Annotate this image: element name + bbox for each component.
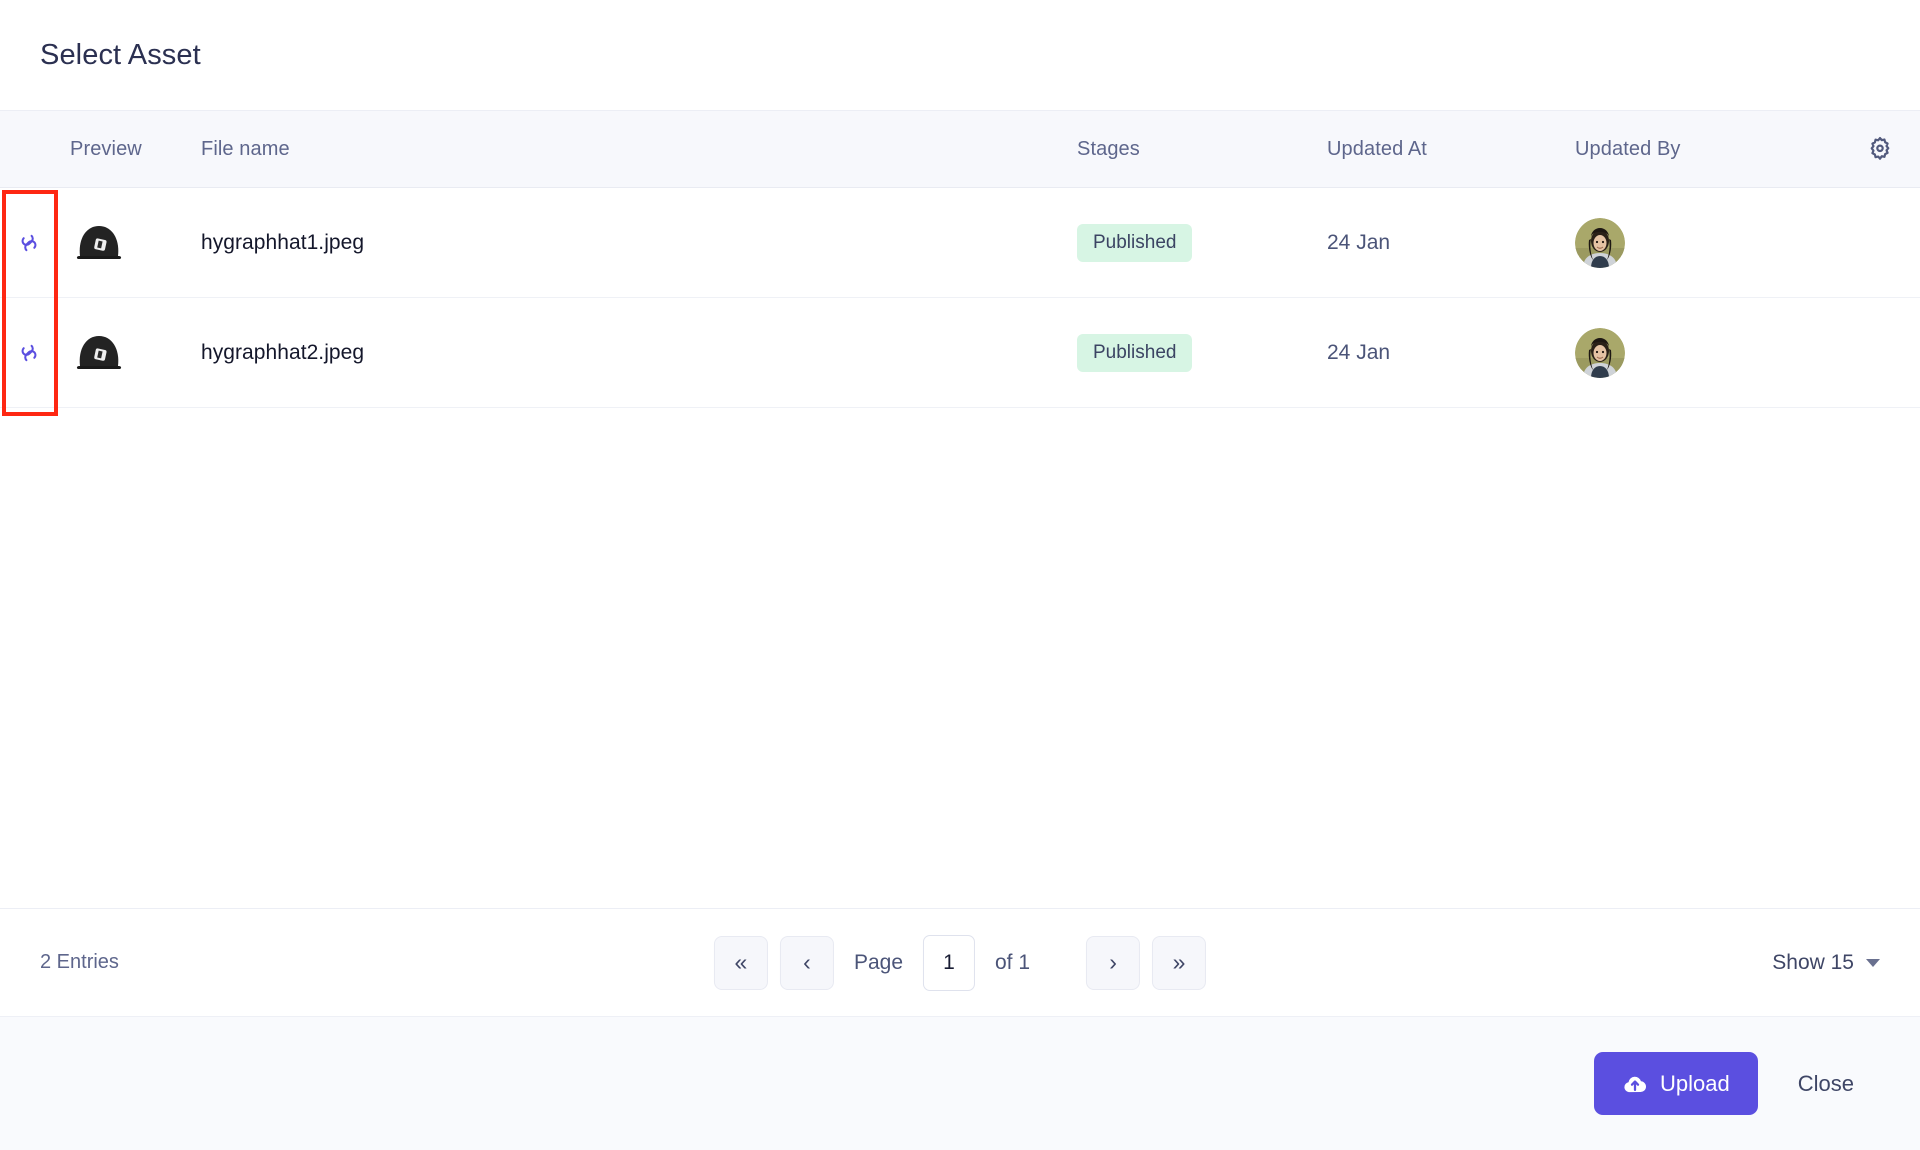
status-badge: Published (1077, 223, 1193, 262)
updated-at-value: 24 Jan (1327, 340, 1391, 364)
upload-button-label: Upload (1660, 1070, 1730, 1096)
close-button[interactable]: Close (1772, 1052, 1880, 1115)
cloud-upload-icon (1624, 1076, 1647, 1092)
avatar (1575, 327, 1625, 378)
page-label: Page (853, 950, 904, 974)
header-cell-preview: Preview (70, 137, 142, 160)
link-icon[interactable] (16, 230, 42, 256)
previous-page-button[interactable]: ‹ (779, 935, 834, 990)
row-filename-cell: hygraphhat2.jpeg (193, 341, 1077, 365)
asset-thumbnail (68, 211, 130, 274)
table-settings-button[interactable] (1840, 135, 1920, 163)
page-number-input[interactable] (923, 934, 976, 991)
row-preview-cell (58, 211, 193, 274)
row-link-button[interactable] (0, 340, 58, 366)
rows-per-page-label: Show 15 (1772, 950, 1854, 974)
pager-controls: « ‹ Page of 1 › » (713, 934, 1207, 991)
next-page-button[interactable]: › (1086, 935, 1141, 990)
first-page-button[interactable]: « (713, 935, 768, 990)
header-cell-filename: File name (201, 137, 290, 160)
header-cell-stages: Stages (1077, 137, 1140, 160)
last-page-button[interactable]: » (1152, 935, 1207, 990)
table-header-row: Preview File name Stages Updated At Upda… (0, 110, 1920, 188)
pagination-bar: 2 Entries « ‹ Page of 1 › » Show 15 (0, 908, 1920, 1016)
table-row[interactable]: hygraphhat2.jpeg Published 24 Jan (0, 298, 1920, 408)
avatar (1575, 217, 1625, 268)
dialog-titlebar: Select Asset (0, 0, 1920, 110)
row-updated-at-cell: 24 Jan (1327, 231, 1575, 255)
asset-filename: hygraphhat1.jpeg (201, 230, 365, 254)
link-icon[interactable] (16, 340, 42, 366)
row-stage-cell: Published (1077, 333, 1327, 372)
row-updated-by-cell (1575, 327, 1840, 378)
page-title: Select Asset (40, 38, 201, 71)
table-body: hygraphhat1.jpeg Published 24 Jan hygrap… (0, 188, 1920, 908)
row-updated-by-cell (1575, 217, 1840, 268)
row-updated-at-cell: 24 Jan (1327, 341, 1575, 365)
dialog-action-bar: Upload Close (0, 1016, 1920, 1150)
table-row[interactable]: hygraphhat1.jpeg Published 24 Jan (0, 188, 1920, 298)
total-pages-label: of 1 (995, 950, 1031, 974)
row-link-button[interactable] (0, 230, 58, 256)
row-stage-cell: Published (1077, 223, 1327, 262)
row-filename-cell: hygraphhat1.jpeg (193, 231, 1077, 255)
chevron-down-icon[interactable] (1866, 958, 1880, 967)
asset-thumbnail (68, 321, 130, 384)
upload-button[interactable]: Upload (1594, 1052, 1758, 1115)
rows-per-page-select[interactable]: Show 15 (1772, 951, 1880, 975)
gear-icon[interactable] (1866, 135, 1894, 163)
header-cell-updated-at: Updated At (1327, 137, 1427, 160)
asset-table: Preview File name Stages Updated At Upda… (0, 110, 1920, 908)
updated-at-value: 24 Jan (1327, 230, 1391, 254)
row-preview-cell (58, 321, 193, 384)
select-asset-dialog: Select Asset Preview File name Stages Up… (0, 0, 1920, 1150)
status-badge: Published (1077, 333, 1193, 372)
entries-count: 2 Entries (40, 951, 119, 973)
asset-filename: hygraphhat2.jpeg (201, 340, 365, 364)
header-cell-updated-by: Updated By (1575, 137, 1681, 160)
